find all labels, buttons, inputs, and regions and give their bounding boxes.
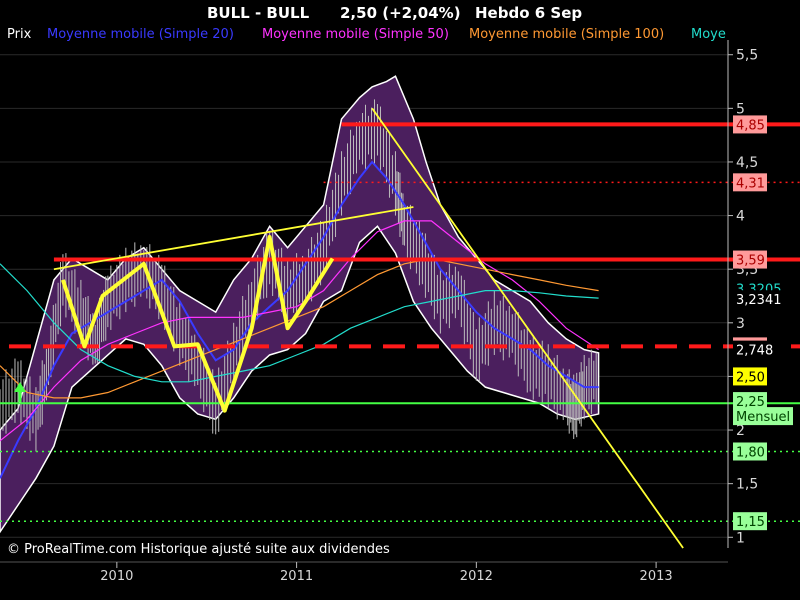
y-tick-label: 1,5 bbox=[736, 477, 758, 493]
y-tick-label: 3 bbox=[736, 316, 745, 332]
legend-item-sma20[interactable]: Moyenne mobile (Simple 20) bbox=[47, 27, 234, 42]
trend-line bbox=[371, 107, 684, 549]
y-tick-label: 5 bbox=[736, 101, 745, 117]
x-axis: 2010 2011 2012 2013 bbox=[0, 561, 728, 584]
legend-item-sma50[interactable]: Moyenne mobile (Simple 50) bbox=[262, 27, 449, 42]
envelope-band bbox=[0, 75, 600, 534]
x-tick-label: 2012 bbox=[460, 569, 493, 584]
y-tick-label: 4,5 bbox=[736, 155, 758, 171]
legend: Prix Moyenne mobile (Simple 20) Moyenne … bbox=[7, 27, 726, 42]
ticker-title: BULL - BULL bbox=[207, 4, 310, 22]
price-tag-label: 3,59 bbox=[736, 254, 765, 269]
chart-window: BULL - BULL 2,50 (+2,04%) Hebdo 6 Sep Pr… bbox=[0, 0, 800, 600]
quote-value: 2,50 (+2,04%) bbox=[340, 4, 461, 22]
price-tag-label: Mensuel bbox=[736, 410, 790, 425]
y-tick-label: 4 bbox=[736, 209, 745, 225]
price-tag-label: 2,748 bbox=[736, 344, 773, 359]
x-tick-label: 2013 bbox=[640, 569, 673, 584]
price-tag-label: 2,50 bbox=[736, 370, 765, 385]
credit-text: © ProRealTime.com Historique ajusté suit… bbox=[7, 542, 390, 557]
legend-item-sma100[interactable]: Moyenne mobile (Simple 100) bbox=[469, 27, 664, 42]
price-tag-label: 4,31 bbox=[736, 176, 765, 191]
x-tick-label: 2010 bbox=[100, 569, 133, 584]
plot-area bbox=[0, 54, 800, 549]
price-tag-label: 1,15 bbox=[736, 515, 765, 530]
y-tick-label: 2 bbox=[736, 423, 745, 439]
y-tick-label: 5,5 bbox=[736, 48, 758, 64]
price-tag-label: 4,85 bbox=[736, 118, 765, 133]
legend-item-sma-other[interactable]: Moye bbox=[691, 27, 726, 42]
period-label: Hebdo 6 Sep bbox=[475, 4, 582, 22]
y-tick-label: 1 bbox=[736, 530, 745, 546]
price-tag-label: 3,2341 bbox=[736, 293, 782, 308]
price-tag-label: 1,80 bbox=[736, 445, 765, 460]
x-tick-label: 2011 bbox=[280, 569, 313, 584]
legend-item-prix[interactable]: Prix bbox=[7, 27, 32, 42]
price-chart: BULL - BULL 2,50 (+2,04%) Hebdo 6 Sep Pr… bbox=[0, 4, 800, 584]
